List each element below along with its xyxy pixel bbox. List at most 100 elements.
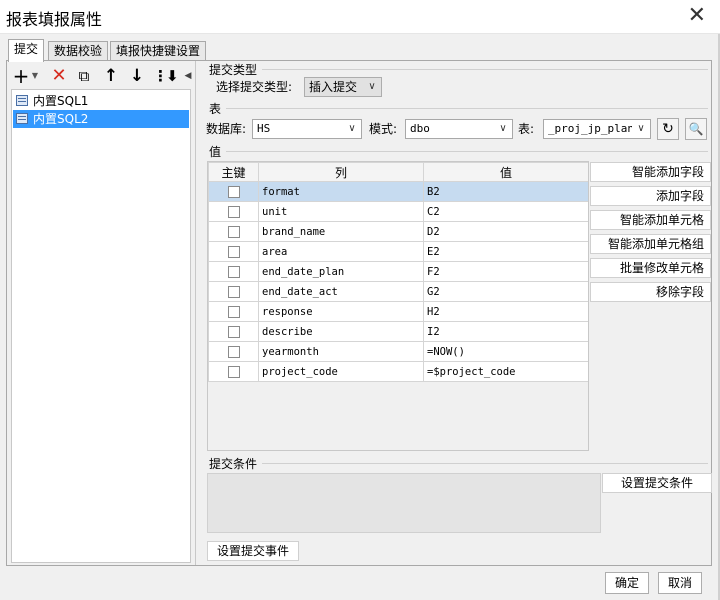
table-row[interactable]: area E2 bbox=[208, 241, 588, 262]
primary-key-checkbox[interactable] bbox=[227, 185, 240, 198]
column-cell[interactable]: unit bbox=[258, 201, 424, 222]
search-table-icon[interactable]: 🔍 bbox=[685, 118, 707, 140]
set-submit-event-button[interactable]: 设置提交事件 bbox=[207, 541, 299, 561]
primary-key-checkbox[interactable] bbox=[227, 365, 240, 378]
sql-tree: 内置SQL1 内置SQL2 bbox=[11, 89, 191, 563]
conditions-display bbox=[207, 473, 601, 533]
column-cell[interactable]: format bbox=[258, 181, 424, 202]
database-select[interactable]: HS ∨ bbox=[252, 119, 362, 139]
primary-key-checkbox[interactable] bbox=[227, 325, 240, 338]
submit-type-label: 选择提交类型: bbox=[216, 80, 293, 94]
remove-field-button[interactable]: 移除字段 bbox=[590, 282, 711, 302]
pane-splitter[interactable] bbox=[195, 61, 199, 565]
primary-key-cell[interactable] bbox=[208, 321, 259, 342]
primary-key-cell[interactable] bbox=[208, 201, 259, 222]
primary-key-cell[interactable] bbox=[208, 281, 259, 302]
primary-key-cell[interactable] bbox=[208, 221, 259, 242]
primary-key-cell[interactable] bbox=[208, 341, 259, 362]
tree-item-label: 内置SQL1 bbox=[33, 94, 89, 108]
smart-add-field-button[interactable]: 智能添加字段 bbox=[590, 162, 711, 182]
tab-shortcut-settings[interactable]: 填报快捷键设置 bbox=[110, 41, 207, 61]
refresh-icon[interactable]: ↻ bbox=[657, 118, 679, 140]
delete-icon[interactable]: ✕ bbox=[48, 65, 70, 87]
column-cell[interactable]: end_date_plan bbox=[258, 261, 424, 282]
value-cell[interactable]: F2 bbox=[423, 261, 588, 282]
primary-key-cell[interactable] bbox=[208, 261, 259, 282]
tab-data-validation[interactable]: 数据校验 bbox=[48, 41, 109, 61]
header-value[interactable]: 值 bbox=[423, 162, 588, 182]
sql-list-pane: + ▼ ✕ ⧉ ↑ ↓ ⋮⬇ ◀ 内置SQL1 内置SQL2 bbox=[8, 63, 194, 563]
window-title: 报表填报属性 bbox=[6, 10, 103, 29]
table-row[interactable]: unit C2 bbox=[208, 201, 588, 222]
column-cell[interactable]: yearmonth bbox=[258, 341, 424, 362]
table-select[interactable]: t_proj_jp_plan ∨ bbox=[543, 119, 651, 139]
value-cell[interactable]: H2 bbox=[423, 301, 588, 322]
schema-select[interactable]: dbo ∨ bbox=[405, 119, 513, 139]
value-cell[interactable]: B2 bbox=[423, 181, 588, 202]
table-value: t_proj_jp_plan bbox=[548, 122, 634, 135]
close-icon[interactable]: ✕ bbox=[688, 3, 706, 29]
primary-key-cell[interactable] bbox=[208, 241, 259, 262]
sql-list-toolbar: + ▼ ✕ ⧉ ↑ ↓ ⋮⬇ ◀ bbox=[8, 63, 194, 89]
primary-key-cell[interactable] bbox=[208, 361, 259, 382]
primary-key-checkbox[interactable] bbox=[227, 345, 240, 358]
tree-item-sql2[interactable]: 内置SQL2 bbox=[13, 110, 189, 128]
value-cell[interactable]: =$project_code bbox=[423, 361, 588, 382]
field-value-table: 主键 列 值 format B2 unit C2 brand_name D2 a… bbox=[207, 161, 589, 451]
ok-button[interactable]: 确定 bbox=[605, 572, 649, 594]
move-up-icon[interactable]: ↑ bbox=[100, 65, 122, 87]
column-cell[interactable]: area bbox=[258, 241, 424, 262]
header-column[interactable]: 列 bbox=[258, 162, 424, 182]
set-submit-condition-button[interactable]: 设置提交条件 bbox=[602, 473, 712, 493]
primary-key-cell[interactable] bbox=[208, 301, 259, 322]
table-section-label: 表 bbox=[209, 102, 222, 116]
cancel-button[interactable]: 取消 bbox=[658, 572, 702, 594]
submit-type-select[interactable]: 插入提交 ∨ bbox=[304, 77, 382, 97]
value-cell[interactable]: C2 bbox=[423, 201, 588, 222]
tree-item-sql1[interactable]: 内置SQL1 bbox=[13, 92, 189, 110]
table-row[interactable]: project_code =$project_code bbox=[208, 361, 588, 382]
column-cell[interactable]: response bbox=[258, 301, 424, 322]
add-icon[interactable]: + bbox=[10, 65, 32, 87]
primary-key-checkbox[interactable] bbox=[227, 245, 240, 258]
values-section-label: 值 bbox=[209, 145, 222, 159]
primary-key-cell[interactable] bbox=[208, 181, 259, 202]
add-dropdown-icon[interactable]: ▼ bbox=[30, 65, 40, 87]
primary-key-checkbox[interactable] bbox=[227, 225, 240, 238]
table-row[interactable]: describe I2 bbox=[208, 321, 588, 342]
table-row[interactable]: response H2 bbox=[208, 301, 588, 322]
value-cell[interactable]: G2 bbox=[423, 281, 588, 302]
value-cell[interactable]: I2 bbox=[423, 321, 588, 342]
value-cell[interactable]: =NOW() bbox=[423, 341, 588, 362]
add-field-button[interactable]: 添加字段 bbox=[590, 186, 711, 206]
copy-icon[interactable]: ⧉ bbox=[73, 65, 95, 87]
conditions-section-label: 提交条件 bbox=[209, 457, 258, 471]
submit-type-section-label: 提交类型 bbox=[209, 63, 258, 77]
table-row[interactable]: yearmonth =NOW() bbox=[208, 341, 588, 362]
column-cell[interactable]: describe bbox=[258, 321, 424, 342]
chevron-down-icon: ∨ bbox=[343, 120, 361, 138]
divider bbox=[226, 108, 708, 109]
value-cell[interactable]: E2 bbox=[423, 241, 588, 262]
smart-add-cell-group-button[interactable]: 智能添加单元格组 bbox=[590, 234, 711, 254]
database-label: 数据库: bbox=[206, 122, 247, 136]
smart-add-cell-button[interactable]: 智能添加单元格 bbox=[590, 210, 711, 230]
table-row[interactable]: end_date_act G2 bbox=[208, 281, 588, 302]
sort-icon[interactable]: ⋮⬇ bbox=[153, 65, 179, 87]
column-cell[interactable]: end_date_act bbox=[258, 281, 424, 302]
batch-modify-cell-button[interactable]: 批量修改单元格 bbox=[590, 258, 711, 278]
primary-key-checkbox[interactable] bbox=[227, 305, 240, 318]
table-row[interactable]: end_date_plan F2 bbox=[208, 261, 588, 282]
header-primary-key[interactable]: 主键 bbox=[208, 162, 259, 182]
table-row[interactable]: brand_name D2 bbox=[208, 221, 588, 242]
move-down-icon[interactable]: ↓ bbox=[126, 65, 148, 87]
collapse-panel-icon[interactable]: ◀ bbox=[183, 65, 193, 87]
column-cell[interactable]: brand_name bbox=[258, 221, 424, 242]
table-row[interactable]: format B2 bbox=[208, 181, 588, 202]
tab-submit[interactable]: 提交 bbox=[8, 39, 45, 62]
primary-key-checkbox[interactable] bbox=[227, 205, 240, 218]
primary-key-checkbox[interactable] bbox=[227, 265, 240, 278]
primary-key-checkbox[interactable] bbox=[227, 285, 240, 298]
column-cell[interactable]: project_code bbox=[258, 361, 424, 382]
value-cell[interactable]: D2 bbox=[423, 221, 588, 242]
